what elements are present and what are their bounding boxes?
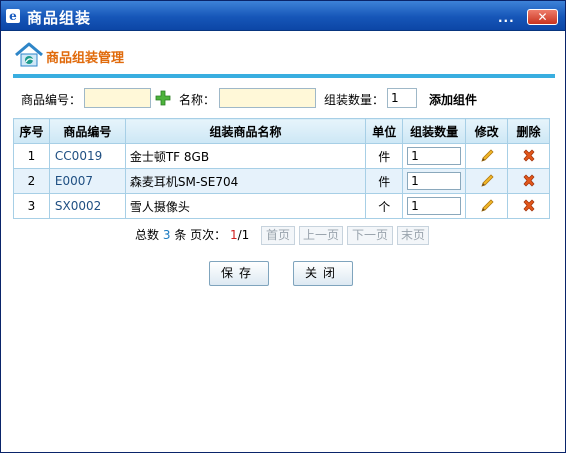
delete-icon[interactable] xyxy=(521,173,537,189)
title-bar: e 商品组装 ... ✕ xyxy=(1,1,565,31)
current-page: 1 xyxy=(229,228,238,242)
close-button[interactable]: 关闭 xyxy=(293,261,353,286)
col-header-code: 商品编号 xyxy=(48,118,126,144)
row-qty-cell xyxy=(402,143,467,169)
dialog-window: e 商品组装 ... ✕ 商品组装管理 商品编号： 名称： 组装数量： 添加组件… xyxy=(0,0,566,453)
row-unit: 件 xyxy=(365,143,404,169)
row-code: E0007 xyxy=(48,168,126,194)
section-header: 商品组装管理 xyxy=(11,39,556,73)
row-edit-cell xyxy=(465,193,509,219)
delete-icon[interactable] xyxy=(521,148,537,164)
pencil-icon[interactable] xyxy=(479,198,495,214)
row-delete-cell xyxy=(507,193,550,219)
ie-icon: e xyxy=(6,9,20,23)
col-header-edit: 修改 xyxy=(465,118,509,144)
more-options-button[interactable]: ... xyxy=(498,11,516,25)
prev-page-button[interactable]: 上一页 xyxy=(299,226,343,245)
qty-label: 组装数量： xyxy=(324,93,385,107)
table-row: 2 E0007 森麦耳机SM-SE704 件 xyxy=(13,168,550,194)
first-page-button[interactable]: 首页 xyxy=(261,226,295,245)
row-code: CC0019 xyxy=(48,143,126,169)
section-title: 商品组装管理 xyxy=(46,51,125,66)
total-suffix: 条 页次： xyxy=(174,228,227,242)
component-table: 序号 商品编号 组装商品名称 单位 组装数量 修改 删除 1 CC0019 金士… xyxy=(13,118,550,219)
row-qty-input[interactable] xyxy=(407,197,462,215)
row-unit: 个 xyxy=(365,193,404,219)
name-label: 名称： xyxy=(179,93,216,107)
section-divider xyxy=(13,74,555,78)
code-input[interactable] xyxy=(84,88,151,108)
row-delete-cell xyxy=(507,143,550,169)
close-window-button[interactable]: ✕ xyxy=(527,9,558,25)
table-header-row: 序号 商品编号 组装商品名称 单位 组装数量 修改 删除 xyxy=(13,118,550,144)
row-qty-input[interactable] xyxy=(407,172,462,190)
col-header-name: 组装商品名称 xyxy=(124,118,367,144)
total-count: 3 xyxy=(162,228,171,242)
delete-icon[interactable] xyxy=(521,198,537,214)
table-row: 3 SX0002 雪人摄像头 个 xyxy=(13,193,550,219)
row-no: 3 xyxy=(13,193,50,219)
add-component-button[interactable]: 添加组件 xyxy=(429,91,477,108)
row-unit: 件 xyxy=(365,168,404,194)
row-qty-cell xyxy=(402,193,467,219)
plus-icon[interactable] xyxy=(155,90,171,106)
col-header-delete: 删除 xyxy=(507,118,550,144)
add-component-form: 商品编号： 名称： 组装数量： 添加组件 xyxy=(21,88,551,110)
page-count: 1 xyxy=(241,228,250,242)
col-header-unit: 单位 xyxy=(365,118,404,144)
row-name: 森麦耳机SM-SE704 xyxy=(124,168,367,194)
last-page-button[interactable]: 末页 xyxy=(397,226,429,245)
qty-input[interactable] xyxy=(387,88,417,108)
row-no: 2 xyxy=(13,168,50,194)
table-row: 1 CC0019 金士顿TF 8GB 件 xyxy=(13,143,550,169)
col-header-qty: 组装数量 xyxy=(402,118,467,144)
name-input[interactable] xyxy=(219,88,316,108)
window-title: 商品组装 xyxy=(27,9,92,27)
pagination: 总数 3 条 页次： 1/1 首页 上一页 下一页 末页 xyxy=(135,226,429,246)
row-name: 雪人摄像头 xyxy=(124,193,367,219)
total-prefix: 总数 xyxy=(135,228,160,242)
row-qty-input[interactable] xyxy=(407,147,462,165)
row-edit-cell xyxy=(465,143,509,169)
row-delete-cell xyxy=(507,168,550,194)
pencil-icon[interactable] xyxy=(479,148,495,164)
save-button[interactable]: 保存 xyxy=(209,261,269,286)
row-no: 1 xyxy=(13,143,50,169)
col-header-no: 序号 xyxy=(13,118,50,144)
pencil-icon[interactable] xyxy=(479,173,495,189)
row-qty-cell xyxy=(402,168,467,194)
home-icon xyxy=(15,42,43,67)
row-name: 金士顿TF 8GB xyxy=(124,143,367,169)
code-label: 商品编号： xyxy=(21,93,82,107)
row-code: SX0002 xyxy=(48,193,126,219)
row-edit-cell xyxy=(465,168,509,194)
next-page-button[interactable]: 下一页 xyxy=(347,226,393,245)
